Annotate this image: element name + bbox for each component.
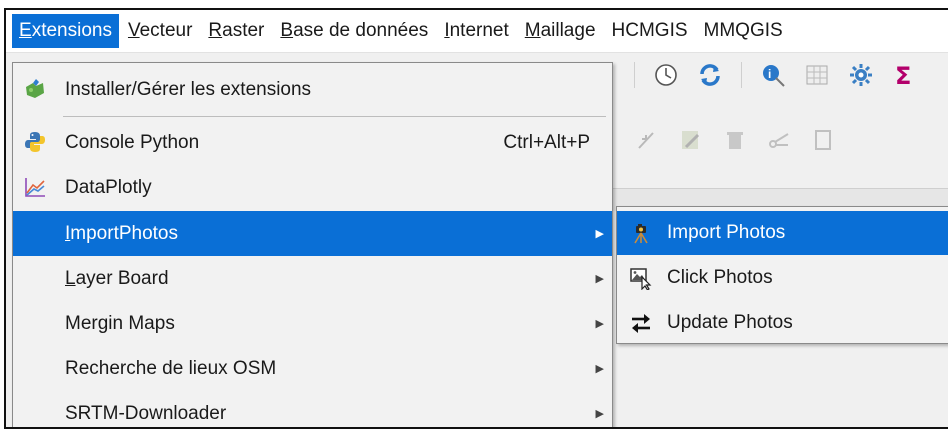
menu-internet[interactable]: Internet: [437, 14, 515, 48]
menuitem-label: Console Python: [65, 131, 200, 153]
menu-raster-mnemonic: R: [208, 20, 223, 41]
menu-hcmgis-label: HCMGIS: [611, 20, 688, 41]
menuitem-layer-board[interactable]: Layer Board ▶: [13, 256, 612, 301]
python-icon: [23, 130, 47, 154]
menuitem-dataplotly[interactable]: DataPlotly: [13, 165, 612, 210]
menuitem-label: Mergin Maps: [65, 312, 175, 334]
menuitem-label: Installer/Gérer les extensions: [65, 78, 312, 100]
settings-gear-icon[interactable]: [848, 62, 874, 88]
menu-extensions-label: xtensions: [31, 20, 112, 41]
menu-hcmgis[interactable]: HCMGIS: [605, 14, 695, 48]
toolbar-separator: [634, 62, 635, 88]
menuitem-label: Recherche de lieux OSM: [65, 357, 277, 379]
menu-raster-label: aster: [222, 20, 265, 41]
copy-icon[interactable]: [810, 127, 836, 153]
menuitem-mergin-maps[interactable]: Mergin Maps ▶: [13, 301, 612, 346]
menuitem-label: DataPlotly: [65, 176, 152, 198]
submenuitem-import-photos[interactable]: Import Photos: [617, 211, 948, 255]
submenu-arrow-icon: ▶: [595, 408, 604, 420]
menu-maillage-label: aillage: [540, 20, 596, 41]
submenuitem-label: Click Photos: [667, 267, 773, 288]
menuitem-label: Layer Board: [65, 268, 169, 290]
menu-separator: [63, 116, 606, 117]
submenuitem-label: Update Photos: [667, 312, 793, 333]
svg-text:i: i: [768, 67, 771, 81]
swap-arrows-icon: [629, 311, 653, 335]
submenuitem-update-photos[interactable]: Update Photos: [617, 301, 948, 345]
menuitem-importphotos[interactable]: ImportPhotos ▶: [13, 211, 612, 256]
menuitem-label-rest: ayer Board: [75, 267, 169, 289]
menu-raster[interactable]: Raster: [201, 14, 271, 48]
qgis-window: Extensions Vecteur Raster Base de donnée…: [4, 8, 948, 429]
submenuitem-label: Import Photos: [667, 222, 786, 243]
menu-internet-label: nternet: [449, 20, 509, 41]
svg-text:Σ: Σ: [895, 62, 911, 88]
photo-cursor-icon: [629, 266, 653, 291]
menubar: Extensions Vecteur Raster Base de donnée…: [6, 10, 948, 53]
menuitem-label-rest: mportPhotos: [70, 222, 179, 244]
menu-base-de-donnees-label: ase de données: [293, 20, 429, 41]
menuitem-label: ImportPhotos: [65, 223, 178, 245]
clock-icon[interactable]: [653, 62, 679, 88]
menu-vecteur-mnemonic: V: [127, 20, 140, 41]
cut-icon[interactable]: [766, 127, 792, 153]
menuitem-mnemonic: L: [65, 267, 76, 289]
delete-icon[interactable]: [722, 127, 748, 153]
menuitem-srtm-downloader[interactable]: SRTM-Downloader ▶: [13, 391, 612, 427]
menu-base-de-donnees-mnemonic: B: [280, 20, 294, 41]
menu-base-de-donnees[interactable]: Base de données: [273, 14, 435, 48]
menu-vecteur-label: ecteur: [139, 20, 193, 41]
menu-mmqgis[interactable]: MMQGIS: [697, 14, 790, 48]
menuitem-installer-extensions[interactable]: Installer/Gérer les extensions: [13, 67, 612, 112]
puzzle-icon: [23, 77, 47, 101]
menu-extensions-mnemonic: E: [19, 20, 32, 41]
submenu-arrow-icon: ▶: [595, 273, 604, 285]
sigma-icon[interactable]: Σ: [892, 62, 918, 88]
submenu-arrow-icon: ▶: [595, 228, 604, 240]
toolbar-separator: [741, 62, 742, 88]
menuitem-shortcut: Ctrl+Alt+P: [503, 131, 590, 153]
submenu-arrow-icon: ▶: [595, 318, 604, 330]
importphotos-submenu: Import Photos Click Photos Update Photos: [616, 206, 948, 344]
select-features-icon[interactable]: [634, 127, 660, 153]
camera-tripod-icon: [629, 221, 653, 245]
menu-maillage[interactable]: Maillage: [518, 14, 603, 48]
menu-extensions[interactable]: Extensions: [12, 14, 119, 48]
refresh-icon[interactable]: [697, 62, 723, 88]
menu-mmqgis-label: MMQGIS: [703, 20, 783, 41]
table-icon[interactable]: [804, 62, 830, 88]
identify-icon[interactable]: i: [760, 62, 786, 88]
edit-pencil-icon[interactable]: [678, 127, 704, 153]
menu-maillage-mnemonic: M: [524, 20, 541, 41]
submenu-arrow-icon: ▶: [595, 363, 604, 375]
extensions-menu: Installer/Gérer les extensions Console P…: [12, 62, 613, 427]
menuitem-label: SRTM-Downloader: [65, 402, 227, 424]
toolbar-row-2: [606, 117, 948, 163]
submenuitem-click-photos[interactable]: Click Photos: [617, 256, 948, 300]
menuitem-console-python[interactable]: Console Python Ctrl+Alt+P: [13, 120, 612, 165]
chart-icon: [23, 175, 47, 199]
menuitem-recherche-lieux-osm[interactable]: Recherche de lieux OSM ▶: [13, 346, 612, 391]
menu-vecteur[interactable]: Vecteur: [121, 14, 199, 48]
toolbar-row-1: i Σ: [606, 52, 948, 98]
